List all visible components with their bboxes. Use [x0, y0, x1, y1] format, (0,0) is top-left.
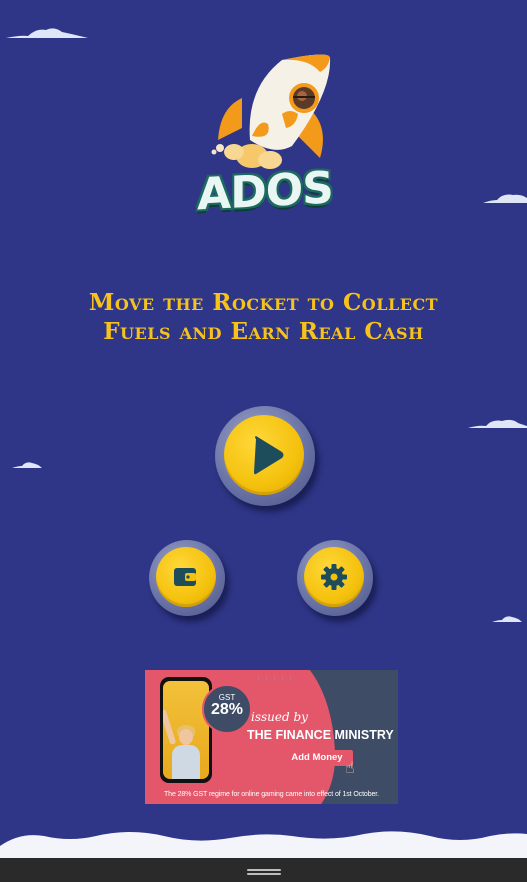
add-money-button[interactable]: Add Money [281, 750, 353, 766]
wallet-icon [174, 568, 196, 586]
tagline: Move the Rocket to Collect Fuels and Ear… [40, 288, 487, 346]
cloud-decoration [12, 462, 42, 468]
game-screen: ADOS Move the Rocket to Collect Fuels an… [0, 0, 527, 858]
cloud-decoration [6, 28, 88, 38]
tagline-line-2: Fuels and Earn Real Cash [103, 318, 424, 345]
rocket-icon [211, 54, 331, 169]
wallet-button[interactable] [149, 540, 225, 616]
home-gesture-handle[interactable] [247, 869, 281, 875]
game-logo: ADOS [190, 48, 340, 228]
gst-badge: GST 28% [202, 684, 252, 734]
settings-button[interactable] [297, 540, 373, 616]
play-icon [254, 436, 284, 475]
ad-headline: THE FINANCE MINISTRY [247, 728, 394, 742]
cloud-decoration [483, 194, 527, 203]
ad-disclaimer: The 28% GST regime for online gaming cam… [163, 791, 379, 798]
play-button[interactable] [215, 406, 315, 506]
gear-icon [321, 564, 347, 590]
snow-ground [0, 831, 527, 858]
ad-issued-by: issued by [251, 710, 308, 724]
cloud-decoration [492, 616, 522, 622]
tagline-line-1: Move the Rocket to Collect [88, 289, 439, 316]
logo-wordmark: ADOS [197, 162, 333, 221]
ad-banner[interactable]: ⋮⋮⋮⋮⋮ GST 28% issued by THE FINANCE MINI… [145, 670, 398, 804]
pointer-hand-icon: ☝ [345, 758, 355, 777]
cloud-decoration [468, 419, 527, 428]
decorative-dots: ⋮⋮⋮⋮⋮ [255, 674, 295, 682]
